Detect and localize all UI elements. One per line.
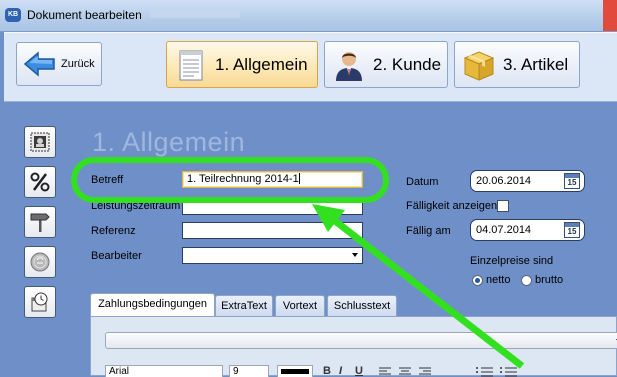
annotation-arrow-shaft <box>327 214 525 369</box>
highlight-ellipse <box>71 157 389 203</box>
tutorial-annotation <box>71 157 525 369</box>
